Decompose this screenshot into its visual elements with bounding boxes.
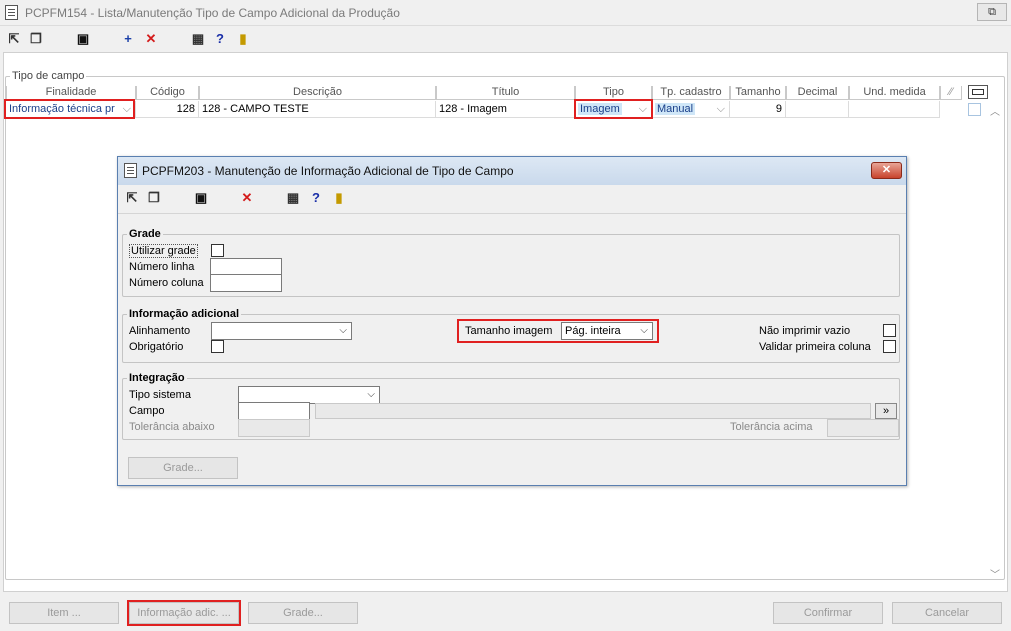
delete-icon[interactable]: ✕ [142, 30, 160, 48]
col-codigo[interactable]: Código [136, 86, 199, 100]
dialog-grid-icon[interactable]: ▦ [284, 189, 302, 207]
alinhamento-label: Alinhamento [129, 325, 191, 337]
row-checkbox[interactable] [968, 103, 981, 116]
tolerancia-acima-field[interactable] [827, 419, 899, 437]
dialog-delete-icon[interactable]: ✕ [238, 189, 256, 207]
highlight-tamanho-imagem [457, 319, 659, 343]
dialog-import-icon[interactable]: ⇱ [123, 189, 141, 207]
confirmar-button[interactable]: Confirmar [773, 602, 883, 624]
group-label: Tipo de campo [12, 70, 85, 82]
exit-icon[interactable]: ▮ [234, 30, 252, 48]
alinhamento-select[interactable]: ⌵ [211, 322, 352, 340]
validar-primeira-checkbox[interactable] [883, 340, 896, 353]
numero-coluna-field[interactable] [210, 274, 282, 292]
table-row[interactable]: Informação técnica pr ⌵ 128 128 - CAMPO T… [6, 101, 940, 118]
tolerancia-acima-label: Tolerância acima [730, 421, 813, 433]
validar-primeira-label: Validar primeira coluna [759, 341, 871, 353]
obrigatorio-label: Obrigatório [129, 341, 184, 353]
campo-browse-button[interactable]: » [875, 403, 897, 419]
grid-icon[interactable]: ▦ [189, 30, 207, 48]
window-title: PCPFM154 - Lista/Manutenção Tipo de Camp… [25, 6, 400, 20]
add-icon[interactable]: + [119, 30, 137, 48]
toolbar-divider [118, 213, 906, 214]
save-icon[interactable]: ▣ [74, 30, 92, 48]
chevron-down-icon: ⌵ [339, 325, 347, 336]
dialog-close-icon[interactable]: ✕ [871, 162, 902, 179]
item-button[interactable]: Item ... [9, 602, 119, 624]
cell-descricao[interactable]: 128 - CAMPO TESTE [199, 101, 436, 118]
help-icon[interactable]: ? [211, 30, 229, 48]
chevron-down-icon: ⌵ [367, 389, 375, 400]
col-descricao[interactable]: Descrição [199, 86, 436, 100]
col-tipo[interactable]: Tipo [575, 86, 652, 100]
tolerancia-abaixo-label: Tolerância abaixo [129, 421, 215, 433]
cell-tamanho[interactable]: 9 [730, 101, 786, 118]
grade-legend: Grade [127, 228, 163, 240]
col-finalidade[interactable]: Finalidade [6, 86, 136, 100]
campo-field[interactable] [238, 402, 310, 420]
tolerancia-abaixo-field[interactable] [238, 419, 310, 437]
scroll-down-icon[interactable]: ﹀ [990, 566, 1000, 581]
utilizar-grade-label: Utilizar grade [129, 244, 198, 258]
grid-settings-icon[interactable] [968, 85, 988, 99]
campo-description-field [315, 403, 871, 419]
dialog-window: PCPFM203 - Manutenção de Informação Adic… [117, 156, 907, 486]
cell-tp-cadastro[interactable]: Manual ⌵ [652, 101, 730, 118]
cell-und-medida[interactable] [849, 101, 940, 118]
utilizar-grade-checkbox[interactable] [211, 244, 224, 257]
campo-label: Campo [129, 405, 165, 417]
col-tamanho[interactable]: Tamanho [730, 86, 786, 100]
highlight-finalidade [4, 99, 135, 119]
cell-decimal[interactable] [786, 101, 849, 118]
nao-imprimir-checkbox[interactable] [883, 324, 896, 337]
import-icon[interactable]: ⇱ [5, 30, 23, 48]
dialog-grade-button[interactable]: Grade... [128, 457, 238, 479]
col-decimal[interactable]: Decimal [786, 86, 849, 100]
cell-titulo[interactable]: 128 - Imagem [436, 101, 575, 118]
dialog-titlebar: PCPFM203 - Manutenção de Informação Adic… [118, 157, 906, 185]
dialog-help-icon[interactable]: ? [307, 189, 325, 207]
numero-linha-label: Número linha [129, 261, 195, 273]
cancelar-button[interactable]: Cancelar [892, 602, 1002, 624]
col-tp-cadastro[interactable]: Tp. cadastro [652, 86, 730, 100]
integracao-legend: Integração [127, 372, 187, 384]
col-und-medida[interactable]: Und. medida [849, 86, 940, 100]
dialog-document-icon [124, 163, 137, 178]
highlight-tipo [574, 99, 653, 119]
document-icon [5, 5, 18, 20]
tipo-sistema-label: Tipo sistema [129, 389, 191, 401]
window-titlebar: PCPFM154 - Lista/Manutenção Tipo de Camp… [0, 0, 1011, 26]
restore-button[interactable]: ⧉ [977, 3, 1007, 21]
nao-imprimir-label: Não imprimir vazio [759, 325, 851, 337]
dialog-copy-icon[interactable]: ❐ [145, 189, 163, 207]
dialog-exit-icon[interactable]: ▮ [330, 189, 348, 207]
grid-header: Finalidade Código Descrição Título Tipo … [6, 86, 962, 100]
copy-icon[interactable]: ❐ [27, 30, 45, 48]
dialog-title: PCPFM203 - Manutenção de Informação Adic… [142, 164, 514, 178]
cell-codigo[interactable]: 128 [136, 101, 199, 118]
grade-button[interactable]: Grade... [248, 602, 358, 624]
dialog-save-icon[interactable]: ▣ [192, 189, 210, 207]
scroll-up-icon[interactable]: ︿ [990, 103, 1000, 118]
info-adicional-legend: Informação adicional [127, 308, 242, 320]
column-chooser-icon[interactable]: ⁄⁄ [940, 86, 962, 100]
highlight-info-adic [127, 600, 241, 626]
numero-coluna-label: Número coluna [129, 277, 204, 289]
col-titulo[interactable]: Título [436, 86, 575, 100]
obrigatorio-checkbox[interactable] [211, 340, 224, 353]
main-toolbar: ⇱ ❐ ▣ + ✕ ▦ ? ▮ [0, 30, 300, 52]
